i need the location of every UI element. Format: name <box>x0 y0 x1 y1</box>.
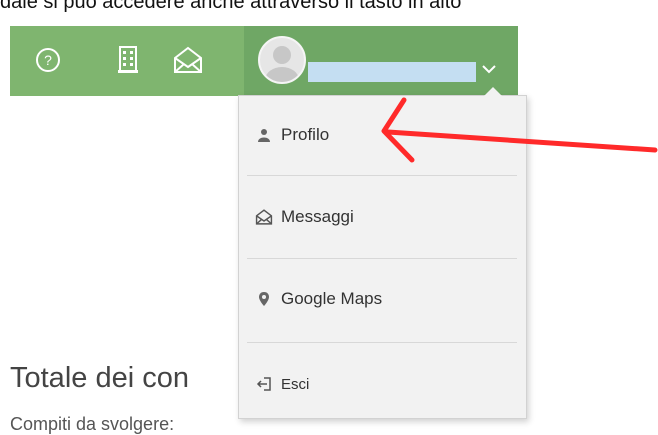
top-navbar: ? <box>10 26 518 96</box>
menu-item-label: Messaggi <box>281 207 354 226</box>
user-icon <box>255 126 273 144</box>
username-redacted <box>308 62 476 82</box>
dropdown-pointer <box>484 87 502 96</box>
page-heading: Totale dei con <box>10 362 189 394</box>
envelope-open-icon[interactable] <box>170 42 206 78</box>
svg-text:?: ? <box>44 52 52 68</box>
menu-item-profilo[interactable]: Profilo <box>239 96 526 174</box>
divider <box>247 175 517 176</box>
user-dropdown-menu: Profilo Messaggi Google Maps Esci <box>238 87 527 419</box>
menu-item-label: Google Maps <box>281 289 383 308</box>
menu-item-esci[interactable]: Esci <box>239 345 526 423</box>
map-marker-icon <box>255 290 273 308</box>
building-icon[interactable] <box>110 42 146 78</box>
user-menu-toggle[interactable] <box>244 26 518 96</box>
chevron-down-icon[interactable] <box>480 60 498 78</box>
divider <box>247 342 517 343</box>
page-caption: dale si può accedere anche attraverso il… <box>0 0 462 13</box>
avatar <box>258 36 306 84</box>
help-icon[interactable]: ? <box>30 42 66 78</box>
sign-out-icon <box>255 375 273 393</box>
page-subtext: Compiti da svolgere: <box>10 414 175 434</box>
envelope-open-icon <box>255 208 273 226</box>
menu-item-label: Profilo <box>281 125 330 144</box>
divider <box>247 258 517 259</box>
menu-item-label: Esci <box>281 375 310 393</box>
menu-item-messaggi[interactable]: Messaggi <box>239 178 526 256</box>
menu-item-google-maps[interactable]: Google Maps <box>239 260 526 338</box>
